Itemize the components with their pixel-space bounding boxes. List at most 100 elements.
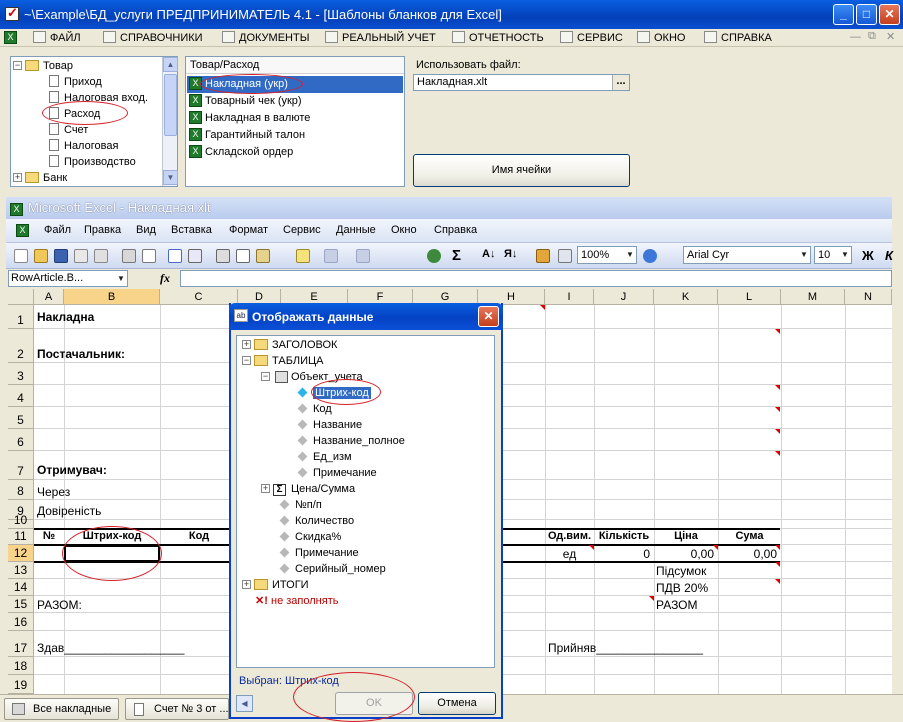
expand-icon[interactable]: + [261, 483, 270, 493]
menu-reports[interactable]: ОТЧЕТНОСТЬ [452, 29, 544, 47]
row-header[interactable]: 19 [8, 675, 34, 694]
save-icon[interactable] [54, 249, 68, 263]
zoom-select[interactable]: 100% ▼ [577, 246, 637, 264]
taskbar-item-invoice[interactable]: Счет № 3 от ... [125, 698, 229, 720]
spelling-icon[interactable] [168, 249, 182, 263]
menu-real-accounting[interactable]: РЕАЛЬНЫЙ УЧЕТ [325, 29, 436, 47]
row-header[interactable]: 14 [8, 579, 34, 596]
browse-button[interactable]: ... [612, 75, 629, 90]
column-header[interactable]: M [781, 289, 845, 305]
column-header[interactable]: I [545, 289, 594, 305]
excel-menu-help[interactable]: Справка [434, 224, 477, 236]
menu-documents[interactable]: ДОКУМЕНТЫ [222, 29, 309, 47]
menu-help[interactable]: СПРАВКА [704, 29, 772, 47]
chart-wizard-icon[interactable] [536, 249, 550, 263]
collapse-icon[interactable]: − [13, 60, 22, 70]
cancel-button[interactable]: Отмена [418, 692, 496, 715]
new-icon[interactable] [14, 249, 28, 263]
template-item[interactable]: X Накладная в валюте [187, 110, 403, 127]
fx-icon[interactable]: fx [160, 271, 170, 286]
column-header[interactable]: N [845, 289, 892, 305]
row-header[interactable]: 10 [8, 513, 34, 529]
row-header[interactable]: 16 [8, 613, 34, 631]
tree-field-unit[interactable]: Ед_изм [297, 449, 352, 465]
cell-name-button[interactable]: Имя ячейки [413, 154, 630, 187]
excel-menu-data[interactable]: Данные [336, 224, 376, 236]
scroll-thumb[interactable] [164, 74, 177, 136]
tree-field-name[interactable]: Название [297, 417, 362, 433]
chevron-down-icon[interactable]: ▼ [115, 271, 127, 287]
excel-menu-edit[interactable]: Правка [84, 224, 121, 236]
minimize-button[interactable]: _ [833, 4, 854, 25]
tree-node-heading[interactable]: + ЗАГОЛОВОК [242, 337, 337, 353]
print-icon[interactable] [122, 249, 136, 263]
row-header[interactable]: 13 [8, 562, 34, 579]
template-item[interactable]: X Товарный чек (укр) [187, 93, 403, 110]
category-tree[interactable]: − Товар Приход Налоговая вход. Расход Сче… [10, 56, 178, 187]
tree-field-serial[interactable]: Серийный_номер [279, 561, 386, 577]
mail-icon[interactable] [94, 249, 108, 263]
templates-list[interactable]: Товар/Расход X Накладная (укр) X Товарный … [185, 56, 405, 187]
sort-desc-icon[interactable]: Я↓ [504, 248, 517, 260]
select-all-corner[interactable] [8, 289, 34, 305]
excel-menu-file[interactable]: Файл [44, 224, 71, 236]
column-header[interactable]: B [64, 289, 160, 305]
scroll-up-icon[interactable]: ▲ [163, 57, 178, 72]
excel-menu-view[interactable]: Вид [136, 224, 156, 236]
row-header[interactable]: 3 [8, 363, 34, 385]
chevron-down-icon[interactable]: ▼ [839, 247, 851, 263]
print-preview-icon[interactable] [142, 249, 156, 263]
scroll-down-icon[interactable]: ▼ [163, 170, 178, 185]
menu-directories[interactable]: СПРАВОЧНИКИ [103, 29, 203, 47]
mdi-restore-icon[interactable]: ⧉ [868, 30, 876, 43]
template-item[interactable]: X Складской ордер [187, 144, 403, 161]
row-header[interactable]: 6 [8, 429, 34, 451]
excel-menu-format[interactable]: Формат [229, 224, 268, 236]
tree-field-quantity[interactable]: Количество [279, 513, 354, 529]
sort-asc-icon[interactable]: A↓ [482, 248, 495, 260]
template-item[interactable]: X Гарантийный талон [187, 127, 403, 144]
taskbar-item-all-invoices[interactable]: Все накладные [4, 698, 119, 720]
menu-window[interactable]: ОКНО [637, 29, 685, 47]
tree-scrollbar[interactable]: ▲ ▼ [162, 57, 178, 186]
bold-button[interactable]: Ж [862, 248, 874, 263]
excel-menu-insert[interactable]: Вставка [171, 224, 212, 236]
tree-field-discount[interactable]: Скидка% [279, 529, 341, 545]
redo-icon[interactable] [356, 249, 370, 263]
mdi-close-icon[interactable]: ✕ [886, 30, 895, 43]
back-arrow-icon[interactable]: ◀ [236, 695, 253, 712]
tree-item-production[interactable]: Производство [49, 154, 136, 170]
help-icon[interactable] [643, 249, 657, 263]
collapse-icon[interactable]: − [261, 371, 270, 381]
close-button[interactable]: ✕ [879, 4, 900, 25]
menu-service[interactable]: СЕРВИС [560, 29, 623, 47]
font-size-select[interactable]: 10 ▼ [814, 246, 852, 264]
column-header[interactable]: J [594, 289, 654, 305]
excel-menu-window[interactable]: Окно [391, 224, 417, 236]
tree-item-goods[interactable]: − Товар [13, 58, 73, 74]
tree-field-full-name[interactable]: Название_полное [297, 433, 405, 449]
tree-node-price-sum[interactable]: + Σ Цена/Сумма [261, 481, 355, 497]
row-header[interactable]: 11 [8, 529, 34, 545]
tree-item-bank[interactable]: + Банк [13, 170, 67, 186]
column-header[interactable]: L [718, 289, 781, 305]
row-header[interactable]: 17 [8, 631, 34, 657]
format-painter-icon[interactable] [296, 249, 310, 263]
drawing-icon[interactable] [558, 249, 572, 263]
file-field[interactable]: Накладная.xlt [413, 74, 630, 91]
expand-icon[interactable]: + [242, 339, 251, 349]
dialog-close-button[interactable]: ✕ [478, 306, 499, 327]
menu-file[interactable]: ФАЙЛ [33, 29, 81, 47]
row-header[interactable]: 4 [8, 385, 34, 407]
row-header[interactable]: 7 [8, 451, 34, 480]
tree-field-row-num[interactable]: №п/п [279, 497, 322, 513]
row-header[interactable]: 15 [8, 596, 34, 613]
row-header[interactable]: 8 [8, 480, 34, 500]
autosum-icon[interactable]: Σ [452, 247, 461, 264]
collapse-icon[interactable]: − [242, 355, 251, 365]
row-header[interactable]: 12 [8, 545, 34, 562]
column-header[interactable]: K [654, 289, 718, 305]
research-icon[interactable] [188, 249, 202, 263]
column-header[interactable]: A [34, 289, 64, 305]
font-select[interactable]: Arial Cyr ▼ [683, 246, 811, 264]
